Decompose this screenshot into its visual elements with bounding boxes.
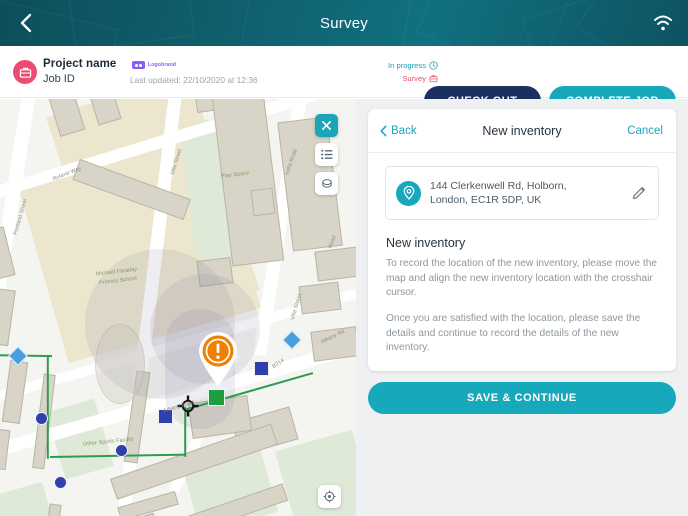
address-line-2: London, EC1R 5DP, UK	[430, 194, 542, 206]
section-title: New inventory	[386, 236, 466, 250]
save-and-continue-button[interactable]: SAVE & CONTINUE	[368, 382, 676, 414]
job-subheader: Project name Job ID Logobrand Last updat…	[0, 46, 688, 116]
address-text: 144 Clerkenwell Rd, Holborn, London, EC1R…	[430, 179, 630, 207]
briefcase-icon	[429, 75, 438, 83]
side-panel: Back New inventory Cancel 144 Clerkenwel…	[356, 99, 688, 516]
pencil-edit-icon[interactable]	[630, 184, 648, 202]
clock-icon	[429, 61, 438, 70]
new-inventory-card: Back New inventory Cancel 144 Clerkenwel…	[368, 109, 676, 371]
map-node-square[interactable]	[158, 409, 173, 424]
briefcase-icon	[13, 60, 37, 84]
last-updated-text: Last updated: 22/10/2020 at 12:36	[130, 75, 258, 85]
top-navigation-bar: Survey	[0, 0, 688, 46]
address-field[interactable]: 144 Clerkenwell Rd, Holborn, London, EC1R…	[385, 166, 659, 220]
wifi-icon	[652, 13, 674, 33]
map-node-circle[interactable]	[54, 476, 67, 489]
job-id: Job ID	[43, 73, 75, 85]
instruction-paragraph-2: Once you are satisfied with the location…	[386, 313, 641, 353]
map-node-circle[interactable]	[115, 444, 128, 457]
card-header: Back New inventory Cancel	[368, 109, 676, 153]
map-node-circle[interactable]	[35, 412, 48, 425]
locate-target-icon[interactable]	[318, 485, 341, 508]
app-root: Survey Project name Job ID Logobrand Las…	[0, 0, 688, 516]
project-name: Project name	[43, 58, 117, 70]
page-title: Survey	[320, 14, 368, 32]
crosshair-cursor-icon	[177, 395, 199, 417]
logo-text: Logobrand	[148, 62, 176, 68]
status-type-label: Survey	[402, 74, 426, 83]
warning-exclamation-pin-icon[interactable]	[194, 329, 242, 387]
map-node-square[interactable]	[254, 361, 269, 376]
map-pin-icon	[396, 180, 421, 206]
status-progress-label: In progress	[388, 61, 426, 70]
close-icon[interactable]	[315, 114, 338, 137]
map-canvas[interactable]: Roland Way Portland Street Villa Street …	[0, 99, 356, 516]
layers-icon[interactable]	[315, 172, 338, 195]
status-job-type: Survey	[388, 72, 438, 85]
address-line-1: 144 Clerkenwell Rd, Holborn,	[430, 180, 567, 192]
instruction-paragraph-1: To record the location of the new invent…	[386, 258, 658, 298]
status-in-progress: In progress	[388, 59, 438, 72]
logo-mark-icon	[132, 61, 145, 69]
map-node-selected-square[interactable]	[208, 389, 225, 406]
logo: Logobrand	[132, 61, 176, 69]
job-status-group: In progress Survey	[388, 59, 438, 85]
cancel-button[interactable]: Cancel	[627, 125, 663, 137]
list-icon[interactable]	[315, 143, 338, 166]
